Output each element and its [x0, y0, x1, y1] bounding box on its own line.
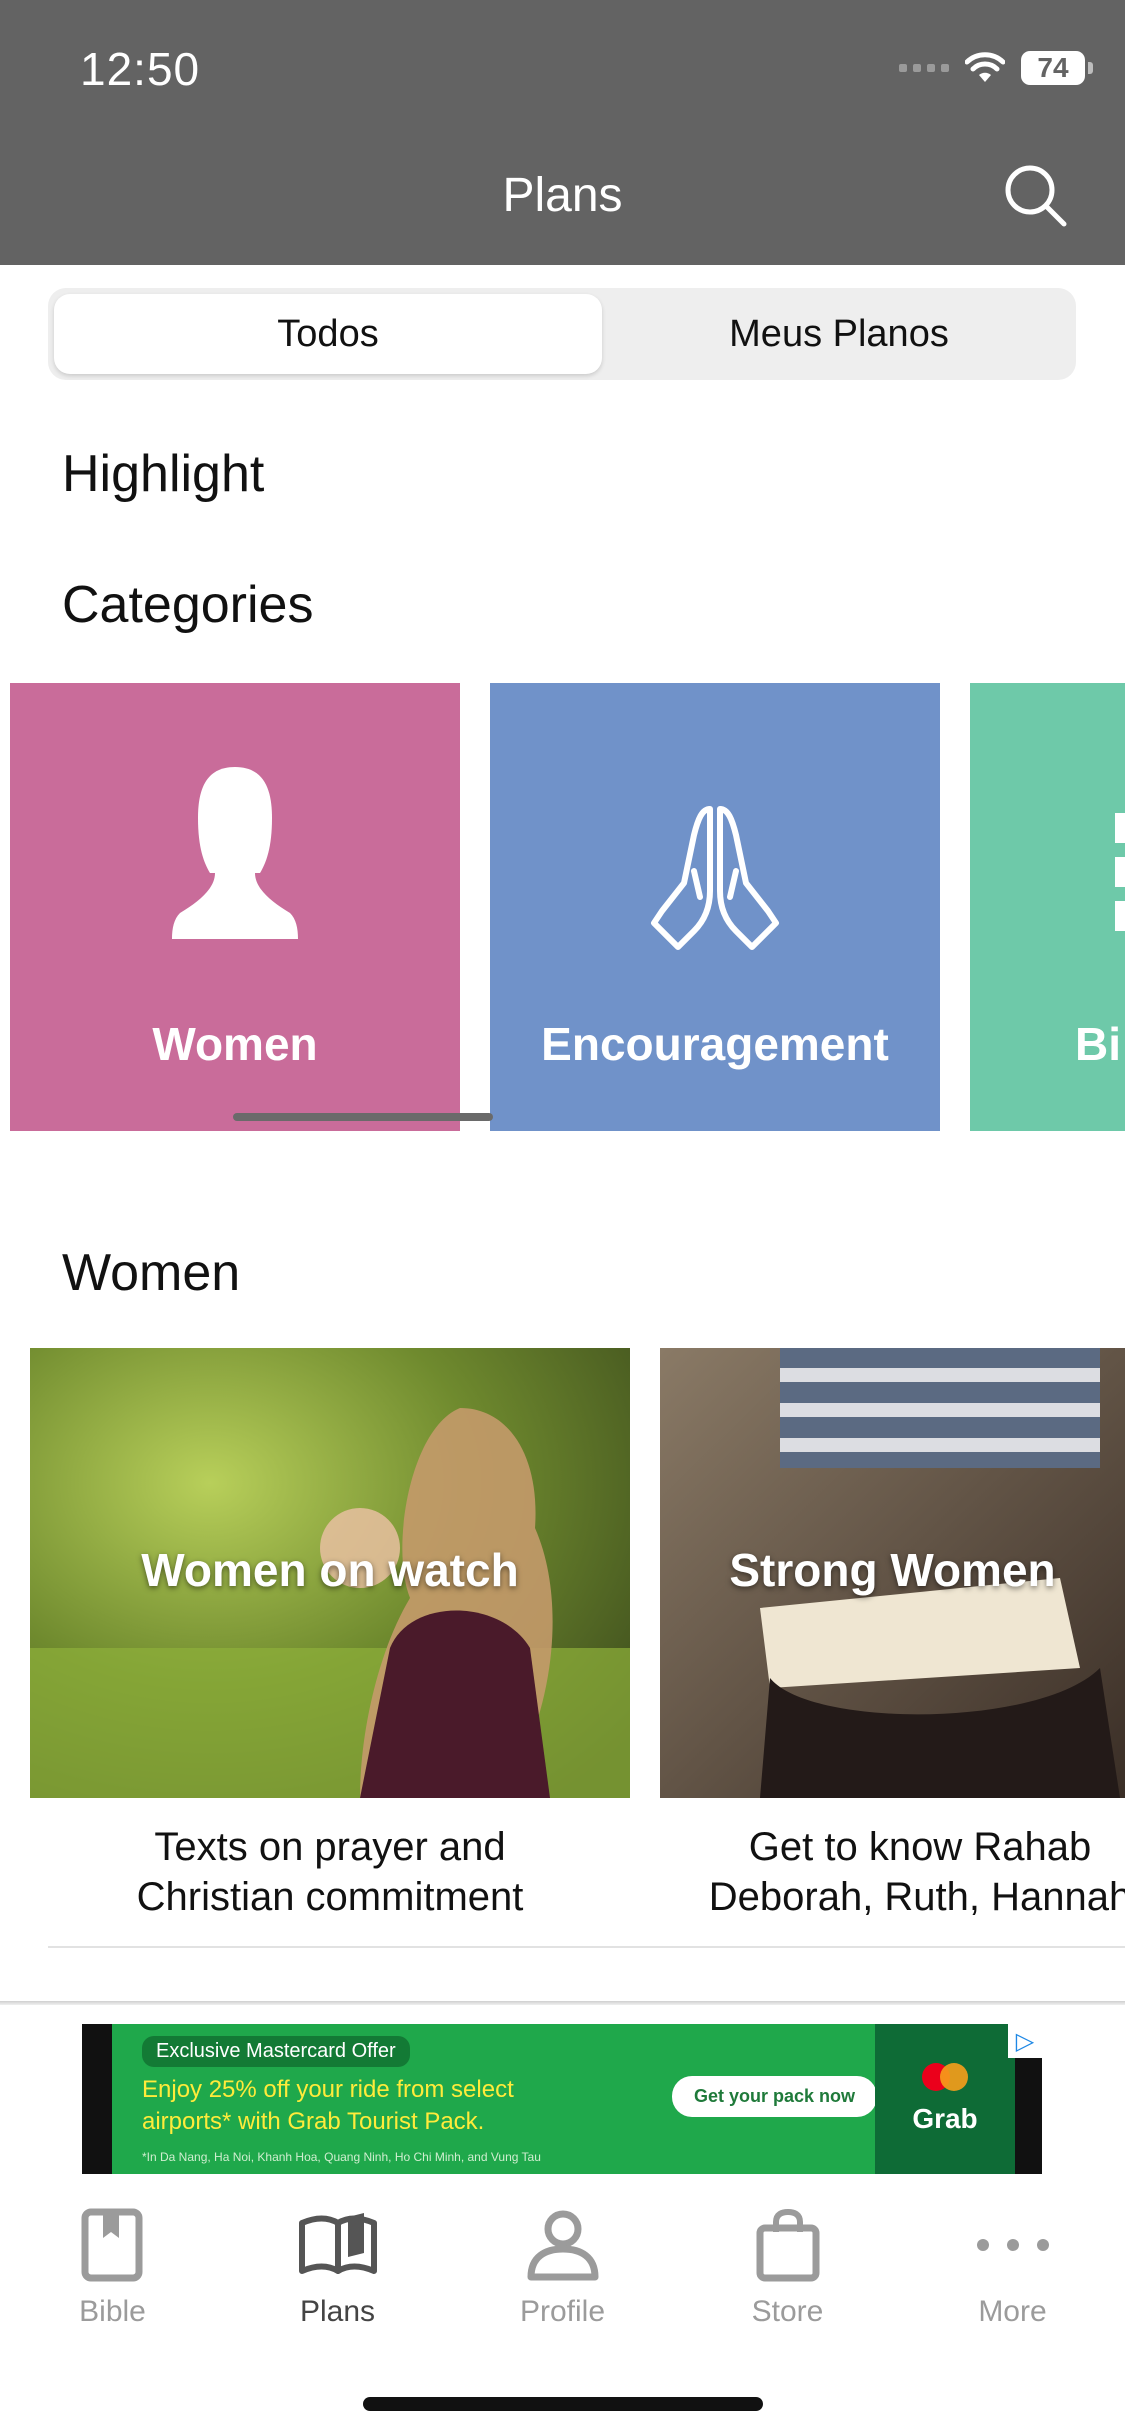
- categories-heading: Categories: [62, 576, 314, 634]
- category-card-encouragement[interactable]: Encouragement: [490, 683, 940, 1131]
- plan-card-women-on-watch[interactable]: Women on watch: [30, 1348, 630, 1798]
- category-card-women[interactable]: Women: [10, 683, 460, 1131]
- person-icon: [523, 2205, 603, 2285]
- tab-all-plans[interactable]: Todos: [54, 294, 602, 374]
- cellular-signal-icon: [899, 64, 949, 72]
- section-divider: [48, 1946, 1125, 1948]
- tab-store[interactable]: Store: [675, 2205, 900, 2345]
- plans-filter-segmented-control: Todos Meus Planos: [48, 288, 1076, 380]
- ad-brand-name: Grab: [912, 2103, 978, 2134]
- ad-brand-panel: Grab: [875, 2024, 1015, 2174]
- category-label: Women: [152, 1018, 318, 1070]
- ad-cta-button[interactable]: Get your pack now: [672, 2076, 878, 2117]
- woman-icon: [172, 767, 298, 939]
- wifi-icon: [965, 52, 1005, 82]
- bottom-tab-bar: Bible Plans Profile Store More: [0, 2195, 1125, 2355]
- open-book-icon: [298, 2205, 378, 2285]
- category-card-bible[interactable]: Bi: [970, 683, 1125, 1131]
- plan-description: Texts on prayer and Christian commitment: [136, 1825, 524, 1919]
- ad-banner[interactable]: Exclusive Mastercard Offer Enjoy 25% off…: [82, 2024, 1042, 2174]
- ad-offer-label: Exclusive Mastercard Offer: [142, 2036, 410, 2067]
- tab-profile[interactable]: Profile: [450, 2205, 675, 2345]
- ad-separator: [0, 2001, 1125, 2005]
- mastercard-logo-icon: [922, 2063, 968, 2091]
- home-indicator[interactable]: [363, 2397, 763, 2411]
- praying-hands-icon: [651, 806, 779, 950]
- ellipsis-icon: [973, 2205, 1053, 2285]
- tab-label: Profile: [519, 2295, 606, 2328]
- tab-more[interactable]: More: [900, 2205, 1125, 2345]
- highlight-heading: Highlight: [62, 445, 265, 503]
- plan-title: Women on watch: [141, 1544, 519, 1596]
- tab-my-plans[interactable]: Meus Planos: [608, 294, 1070, 374]
- bible-icon: [1115, 813, 1125, 931]
- search-icon[interactable]: [1000, 160, 1070, 230]
- plan-card-strong-women[interactable]: Strong Women: [660, 1348, 1125, 1798]
- women-section-heading: Women: [62, 1244, 241, 1302]
- app-header: 12:50 74 Plans: [0, 0, 1125, 265]
- tab-plans[interactable]: Plans: [225, 2205, 450, 2345]
- adchoices-icon[interactable]: ▷: [1008, 2024, 1042, 2058]
- plan-description: Get to know Rahab Deborah, Ruth, Hannah: [708, 1825, 1125, 1919]
- tab-label: Bible: [79, 2295, 146, 2328]
- battery-indicator: 74: [1021, 51, 1093, 85]
- category-label: Encouragement: [541, 1018, 889, 1070]
- tab-label: Plans: [299, 2295, 376, 2328]
- tab-label: Store: [751, 2295, 824, 2328]
- ad-fine-print: *In Da Nang, Ha Noi, Khanh Hoa, Quang Ni…: [142, 2150, 541, 2164]
- status-indicators: 74: [899, 48, 1093, 88]
- ad-headline: Enjoy 25% off your ride from select airp…: [142, 2076, 514, 2135]
- shopping-bag-icon: [748, 2205, 828, 2285]
- category-label: Bi: [1075, 1018, 1121, 1070]
- bible-book-icon: [73, 2205, 153, 2285]
- tab-bible[interactable]: Bible: [0, 2205, 225, 2345]
- plan-title: Strong Women: [729, 1544, 1056, 1596]
- ad-content: Exclusive Mastercard Offer Enjoy 25% off…: [112, 2024, 958, 2174]
- categories-scroll-indicator: [233, 1113, 493, 1121]
- page-title: Plans: [502, 169, 623, 222]
- status-time: 12:50: [80, 43, 201, 95]
- tab-label: More: [978, 2295, 1047, 2328]
